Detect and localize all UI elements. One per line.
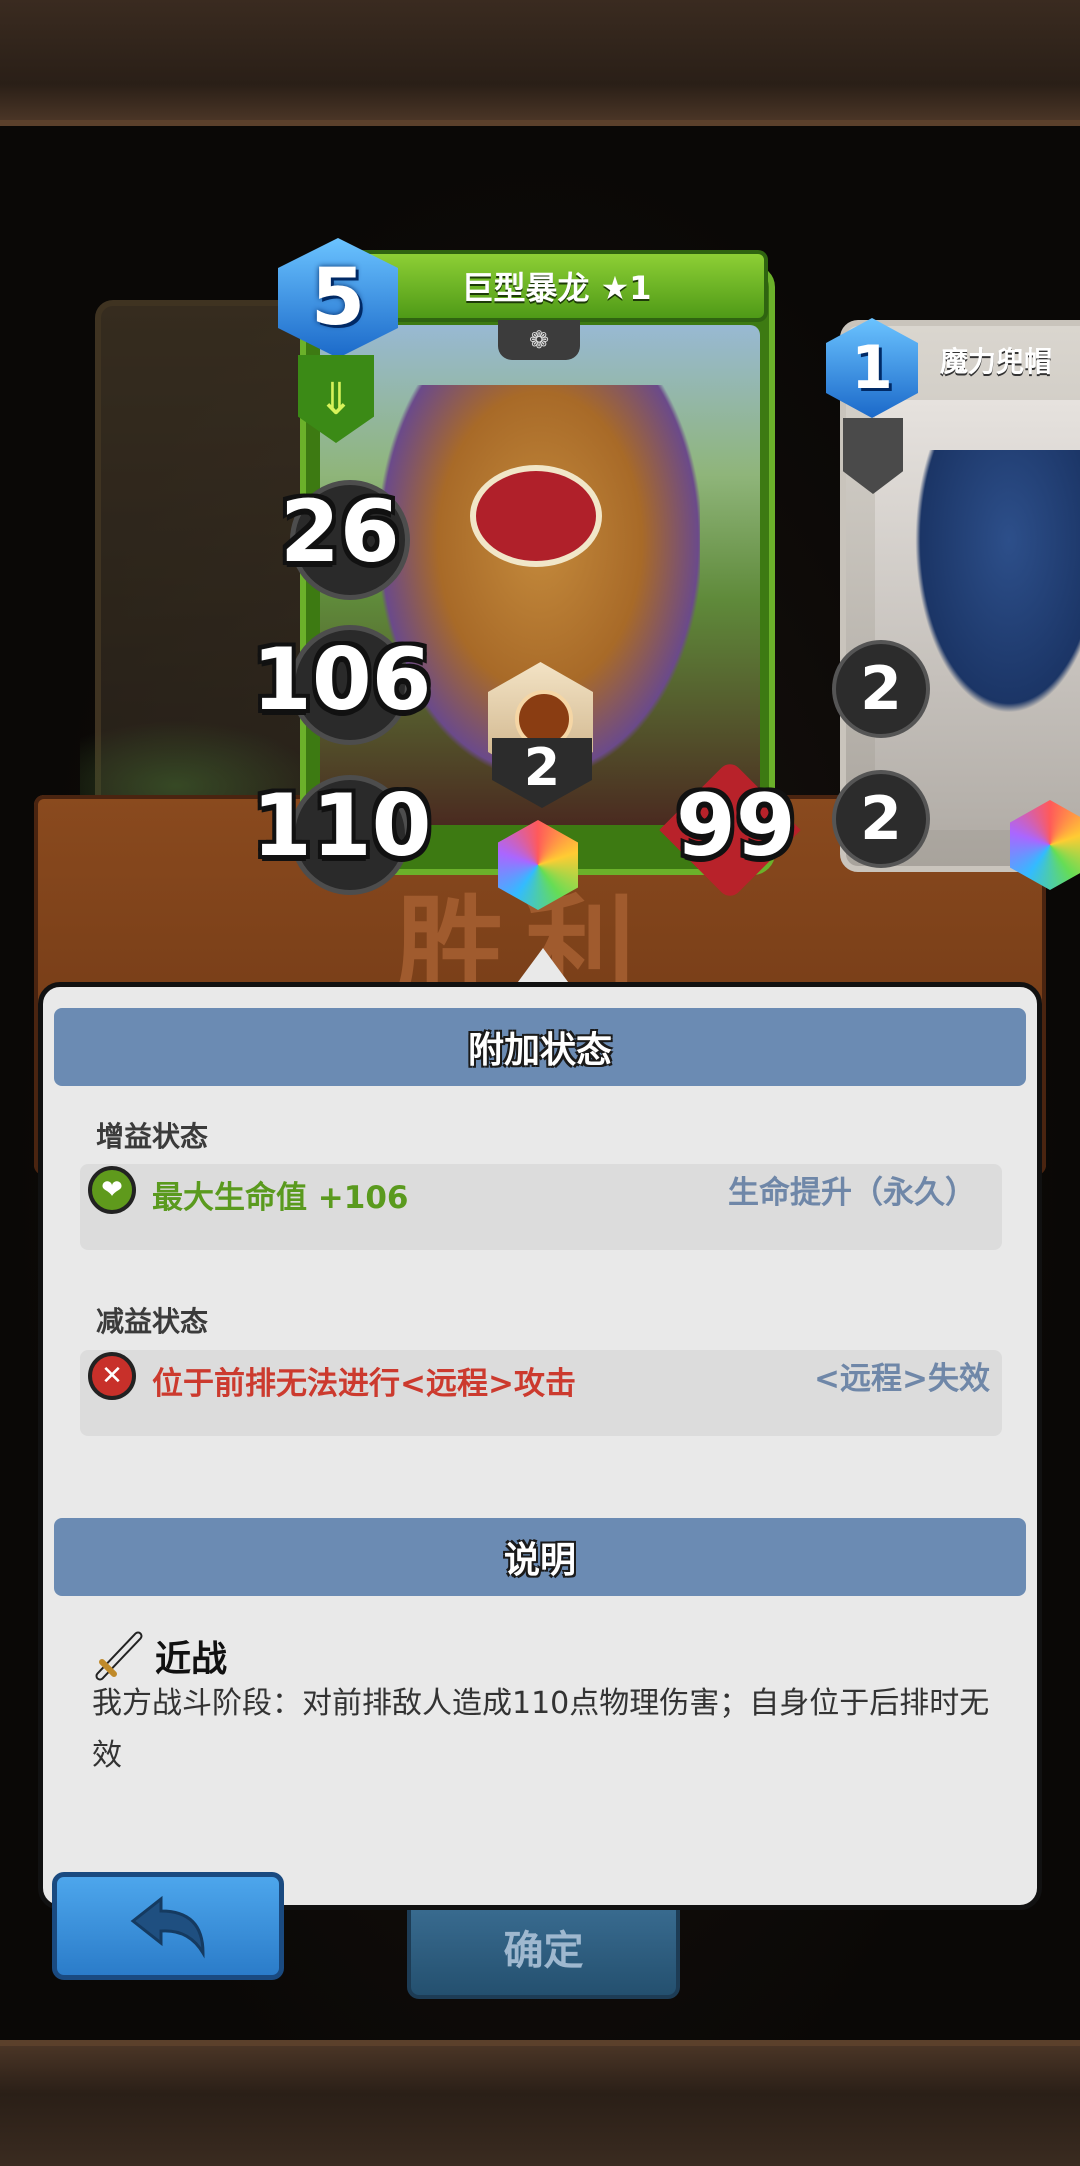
top-wood-frame bbox=[0, 0, 1080, 126]
skill-description: 我方战斗阶段：对前排敌人造成110点物理伤害；自身位于后排时无效 bbox=[92, 1686, 990, 1773]
status-header: 附加状态 bbox=[54, 1008, 1026, 1086]
attack-stat-value: 110 bbox=[252, 776, 432, 876]
health-value: 99 bbox=[676, 776, 796, 876]
side-card-stat-top: 2 bbox=[832, 640, 930, 738]
paw-icon: ❁ bbox=[498, 320, 580, 360]
card-name-banner: 巨型暴龙 ★1 bbox=[345, 250, 768, 322]
return-arrow-icon bbox=[130, 1895, 205, 1959]
dino-mouth bbox=[470, 465, 602, 567]
dice-stat-value: 26 bbox=[280, 482, 400, 582]
popup-pointer bbox=[515, 948, 571, 986]
debuff-tag: <远程>失效 bbox=[814, 1361, 990, 1397]
buff-tag: 生命提升（永久） bbox=[728, 1175, 976, 1211]
broken-bow-icon: ✕ bbox=[88, 1352, 136, 1400]
sword-icon bbox=[95, 1631, 143, 1681]
buff-label: 增益状态 bbox=[96, 1120, 209, 1153]
bottom-wood-frame bbox=[0, 2040, 1080, 2166]
side-card-stat-bottom: 2 bbox=[832, 770, 930, 868]
buff-text: 最大生命值 +106 bbox=[152, 1180, 409, 1216]
back-button[interactable] bbox=[52, 1872, 284, 1980]
ranged-stat-value: 106 bbox=[252, 630, 432, 730]
description-header: 说明 bbox=[54, 1518, 1026, 1596]
confirm-button[interactable]: 确定 bbox=[407, 1895, 680, 1999]
side-card-name: 魔力兜帽 bbox=[940, 345, 1053, 378]
skill-name: 近战 bbox=[155, 1639, 228, 1680]
debuff-label: 减益状态 bbox=[96, 1305, 209, 1338]
debuff-text: 位于前排无法进行<远程>攻击 bbox=[152, 1366, 576, 1402]
heart-icon: ❤ bbox=[88, 1166, 136, 1214]
